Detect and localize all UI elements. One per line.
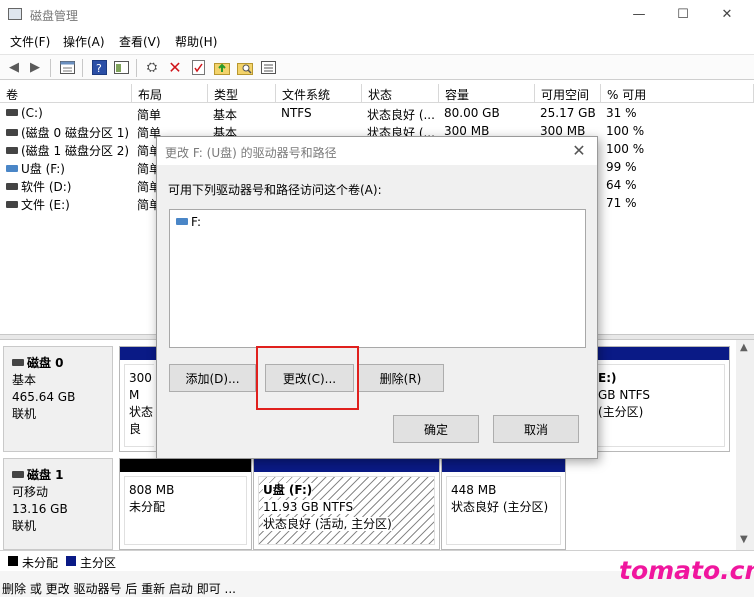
partition-block[interactable]: 300 M 状态良 — [119, 346, 159, 452]
menu-action[interactable]: 操作(A) — [63, 33, 105, 50]
partition-primary-bar — [442, 459, 565, 472]
partition-usb-f[interactable]: U盘 (F:) 11.93 GB NTFS 状态良好 (活动, 主分区) — [253, 458, 440, 550]
cell-status: 状态良好 (... — [367, 108, 435, 122]
disk-icon — [6, 147, 18, 154]
partition-unallocated-bar — [120, 459, 251, 472]
cell-capacity: 80.00 GB — [444, 106, 500, 120]
disk-1-label[interactable]: 磁盘 1 可移动 13.16 GB 联机 — [3, 458, 113, 550]
cell-percent: 99 % — [606, 160, 637, 174]
change-drive-letter-dialog: 更改 F: (U盘) 的驱动器号和路径 ✕ 可用下列驱动器号和路径访问这个卷(A… — [156, 136, 598, 459]
table-row[interactable]: U盘 (F:) — [6, 160, 65, 177]
menu-file[interactable]: 文件(F) — [10, 33, 50, 50]
back-arrow-icon[interactable]: ◀ — [5, 59, 23, 76]
table-row[interactable]: (磁盘 0 磁盘分区 1) — [6, 124, 129, 141]
disk-size: 465.64 GB — [12, 390, 76, 404]
scroll-down-icon[interactable]: ▼ — [740, 534, 748, 545]
watermark: tomato.cm — [619, 556, 754, 585]
highlight-annotation — [256, 346, 359, 410]
col-header-capacity[interactable]: 容量 — [439, 84, 535, 103]
console-view-icon[interactable] — [112, 59, 130, 76]
legend-unallocated-swatch — [8, 556, 18, 566]
col-header-free-space[interactable]: 可用空间 — [535, 84, 601, 103]
col-header-type[interactable]: 类型 — [208, 84, 276, 103]
disk-state: 联机 — [12, 407, 37, 421]
menu-bar — [0, 30, 754, 52]
cell-percent: 64 % — [606, 178, 637, 192]
disk-kind: 可移动 — [12, 485, 49, 499]
list-item[interactable]: F: — [176, 215, 201, 229]
partition-primary-bar — [254, 459, 439, 472]
connect-disk-icon[interactable]: ⛭ — [143, 59, 161, 76]
cell-layout: 简单 — [137, 108, 162, 122]
close-window-button[interactable]: ✕ — [704, 0, 750, 28]
window-title: 磁盘管理 — [30, 9, 79, 23]
properties-view-icon[interactable] — [58, 59, 76, 76]
search-folder-icon[interactable] — [236, 59, 254, 76]
ok-button[interactable]: 确定 — [393, 415, 479, 443]
disk-state: 联机 — [12, 519, 37, 533]
cell-filesystem: NTFS — [281, 106, 312, 120]
disk-icon — [6, 183, 18, 190]
usb-drive-icon — [6, 165, 18, 172]
up-folder-icon[interactable] — [213, 59, 231, 76]
minimize-button[interactable]: — — [616, 0, 662, 28]
add-button[interactable]: 添加(D)... — [169, 364, 256, 392]
disk-icon — [6, 201, 18, 208]
checklist-icon[interactable] — [189, 59, 207, 76]
toolbar: ◀ ▶ ? ⛭ ✕ — [0, 54, 754, 80]
col-header-percent-free[interactable]: % 可用 — [601, 84, 754, 103]
menu-help[interactable]: 帮助(H) — [175, 33, 217, 50]
legend-unallocated-label: 未分配 — [22, 556, 59, 570]
legend-primary-label: 主分区 — [80, 556, 117, 570]
table-row[interactable]: 软件 (D:) — [6, 178, 71, 195]
table-row[interactable]: (C:) — [6, 106, 43, 120]
cell-percent: 31 % — [606, 106, 637, 120]
partition-primary-bar — [120, 347, 158, 360]
disk-icon — [6, 109, 18, 116]
remove-button[interactable]: 删除(R) — [357, 364, 444, 392]
disk-icon — [12, 359, 24, 366]
cell-free: 25.17 GB — [540, 106, 596, 120]
cell-percent: 71 % — [606, 196, 637, 210]
usb-drive-icon — [176, 218, 188, 225]
drive-path-list[interactable]: F: — [169, 209, 586, 348]
disk-size: 13.16 GB — [12, 502, 68, 516]
help-icon[interactable]: ? — [90, 59, 108, 76]
col-header-filesystem[interactable]: 文件系统 — [276, 84, 362, 103]
disk-icon — [12, 471, 24, 478]
partition-block[interactable]: 448 MB 状态良好 (主分区) — [441, 458, 566, 550]
cancel-button[interactable]: 取消 — [493, 415, 579, 443]
legend-primary-swatch — [66, 556, 76, 566]
cell-percent: 100 % — [606, 142, 645, 156]
dialog-prompt: 可用下列驱动器号和路径访问这个卷(A): — [168, 183, 382, 197]
table-row[interactable]: 文件 (E:) — [6, 196, 70, 213]
table-row[interactable]: (磁盘 1 磁盘分区 2) — [6, 142, 129, 159]
cell-type: 基本 — [213, 108, 238, 122]
disk-kind: 基本 — [12, 373, 37, 387]
partition-block[interactable]: E:) GB NTFS (主分区) — [592, 346, 730, 452]
cell-percent: 100 % — [606, 124, 645, 138]
delete-x-icon[interactable]: ✕ — [166, 58, 184, 77]
partition-unallocated[interactable]: 808 MB 未分配 — [119, 458, 252, 550]
menu-view[interactable]: 查看(V) — [119, 33, 161, 50]
disk-icon — [6, 129, 18, 136]
status-text: 删除 或 更改 驱动器号 后 重新 启动 即可 ... — [2, 582, 236, 596]
scroll-up-icon[interactable]: ▲ — [740, 342, 748, 353]
partition-primary-bar — [592, 347, 729, 360]
disk-management-app-icon — [8, 8, 22, 20]
dialog-title: 更改 F: (U盘) 的驱动器号和路径 — [165, 146, 337, 160]
col-header-volume[interactable]: 卷 — [0, 84, 132, 103]
col-header-layout[interactable]: 布局 — [132, 84, 208, 103]
disk-0-label[interactable]: 磁盘 0 基本 465.64 GB 联机 — [3, 346, 113, 452]
list-view-icon[interactable] — [259, 59, 277, 76]
forward-arrow-icon[interactable]: ▶ — [26, 59, 44, 76]
close-icon[interactable]: ✕ — [567, 141, 591, 161]
col-header-status[interactable]: 状态 — [362, 84, 439, 103]
svg-text:?: ? — [96, 62, 102, 75]
vertical-scrollbar[interactable]: ▲ ▼ — [736, 340, 754, 550]
maximize-button[interactable]: ☐ — [660, 0, 706, 28]
